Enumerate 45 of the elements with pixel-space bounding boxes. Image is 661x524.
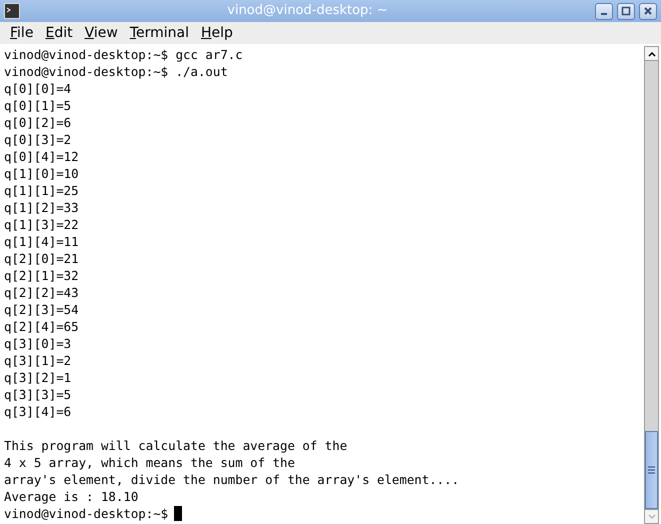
- scroll-up-button[interactable]: [645, 47, 658, 61]
- terminal-line: vinod@vinod-desktop:~$: [4, 506, 168, 521]
- maximize-button[interactable]: [617, 2, 635, 20]
- terminal-line: q[3][4]=6: [4, 404, 72, 419]
- menu-item[interactable]: Terminal: [124, 22, 195, 44]
- terminal-line: q[3][1]=2: [4, 353, 72, 368]
- terminal-line: q[2][2]=43: [4, 285, 79, 300]
- scroll-down-button[interactable]: [645, 509, 658, 523]
- grip-icon: [648, 466, 655, 474]
- terminal-line: Average is : 18.10: [4, 489, 138, 504]
- terminal-line: q[2][3]=54: [4, 302, 79, 317]
- terminal-line: q[0][0]=4: [4, 81, 72, 96]
- terminal-line: q[1][4]=11: [4, 234, 79, 249]
- terminal-line: q[1][2]=33: [4, 200, 79, 215]
- menu-item[interactable]: Edit: [39, 22, 79, 44]
- minimize-button[interactable]: [595, 2, 613, 20]
- scrollbar[interactable]: [644, 46, 659, 524]
- terminal-line: q[3][3]=5: [4, 387, 72, 402]
- window-title: vinod@vinod-desktop: ~: [227, 3, 388, 18]
- terminal-line: This program will calculate the average of the: [4, 438, 348, 453]
- terminal-line: q[0][4]=12: [4, 149, 79, 164]
- terminal-line: q[0][3]=2: [4, 132, 72, 147]
- minimize-icon: [601, 13, 607, 15]
- menu-item[interactable]: File: [4, 22, 40, 44]
- terminal-line: array's element, divide the number of the array's element....: [4, 472, 460, 487]
- terminal-line: q[1][3]=22: [4, 217, 79, 232]
- terminal-line: q[2][4]=65: [4, 319, 79, 334]
- terminal-icon: [4, 3, 20, 19]
- terminal-line: q[1][1]=25: [4, 183, 79, 198]
- terminal-line: q[0][2]=6: [4, 115, 72, 130]
- terminal-line: q[1][0]=10: [4, 166, 79, 181]
- terminal-line: vinod@vinod-desktop:~$ gcc ar7.c: [4, 47, 243, 62]
- terminal-line: q[2][0]=21: [4, 251, 79, 266]
- terminal-line: 4 x 5 array, which means the sum of the: [4, 455, 295, 470]
- close-button[interactable]: [639, 2, 657, 20]
- close-icon: [643, 6, 653, 16]
- terminal-line: q[3][0]=3: [4, 336, 72, 351]
- maximize-icon: [621, 6, 631, 16]
- terminal-line: q[2][1]=32: [4, 268, 79, 283]
- terminal-line: q[3][2]=1: [4, 370, 72, 385]
- menu-item[interactable]: View: [78, 22, 124, 44]
- scroll-thumb[interactable]: [645, 431, 658, 509]
- terminal-line: q[0][1]=5: [4, 98, 72, 113]
- menu-item[interactable]: Help: [195, 22, 239, 44]
- terminal-line: vinod@vinod-desktop:~$ ./a.out: [4, 64, 228, 79]
